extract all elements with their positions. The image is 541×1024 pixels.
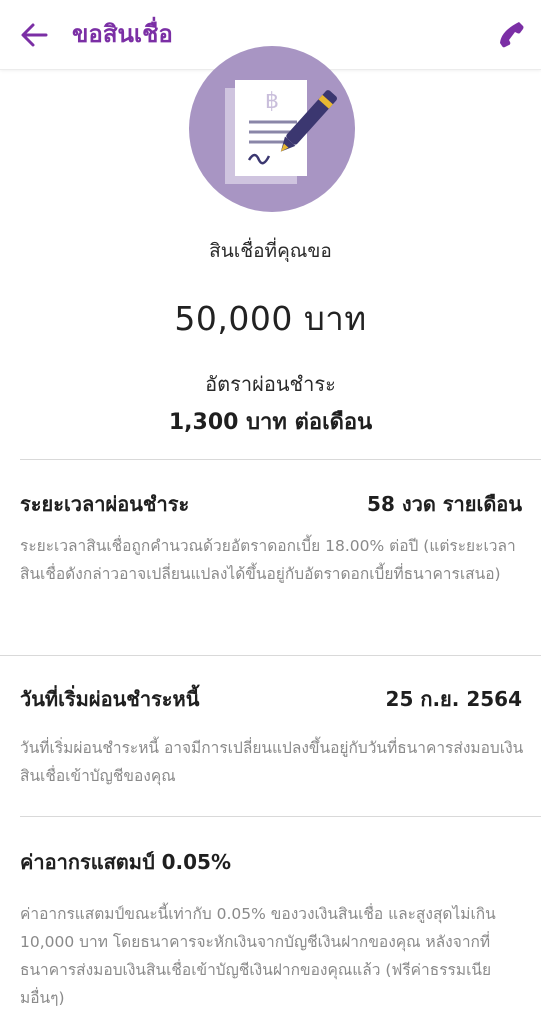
repayment-start-date-description: วันที่เริ่มผ่อนชำระหนี้ อาจมีการเปลี่ยนแ… (20, 739, 524, 785)
page-title: ขอสินเชื่อ (72, 20, 173, 48)
installment-rate-label: อัตราผ่อนชำระ (205, 372, 336, 396)
repayment-period-value: 58 งวด รายเดือน (367, 492, 522, 516)
repayment-period-description: ระยะเวลาสินเชื่อถูกคำนวณด้วยอัตราดอกเบี้… (20, 537, 516, 583)
back-button[interactable] (16, 18, 52, 52)
loan-amount-label: สินเชื่อที่คุณขอ (209, 240, 332, 262)
phone-icon (500, 22, 524, 48)
call-button[interactable] (497, 18, 527, 50)
divider (20, 459, 541, 460)
repayment-start-date-title: วันที่เริ่มผ่อนชำระหนี้ (20, 687, 200, 711)
divider (0, 655, 541, 656)
loan-document-signing-icon: ฿ (225, 80, 337, 184)
stamp-duty-title: ค่าอากรแสตมป์ 0.05% (20, 850, 232, 874)
svg-text:฿: ฿ (265, 89, 279, 114)
loan-illustration: ฿ (189, 46, 355, 212)
arrow-left-icon (21, 23, 48, 47)
stamp-duty-description: ค่าอากรแสตมป์ขณะนี้เท่ากับ 0.05% ของวงเง… (20, 905, 496, 1007)
repayment-period-title: ระยะเวลาผ่อนชำระ (20, 492, 190, 516)
loan-amount-value: 50,000 บาท (174, 299, 367, 338)
repayment-start-date-value: 25 ก.ย. 2564 (385, 687, 522, 711)
divider (20, 816, 541, 817)
installment-rate-value: 1,300 บาท ต่อเดือน (168, 410, 373, 435)
